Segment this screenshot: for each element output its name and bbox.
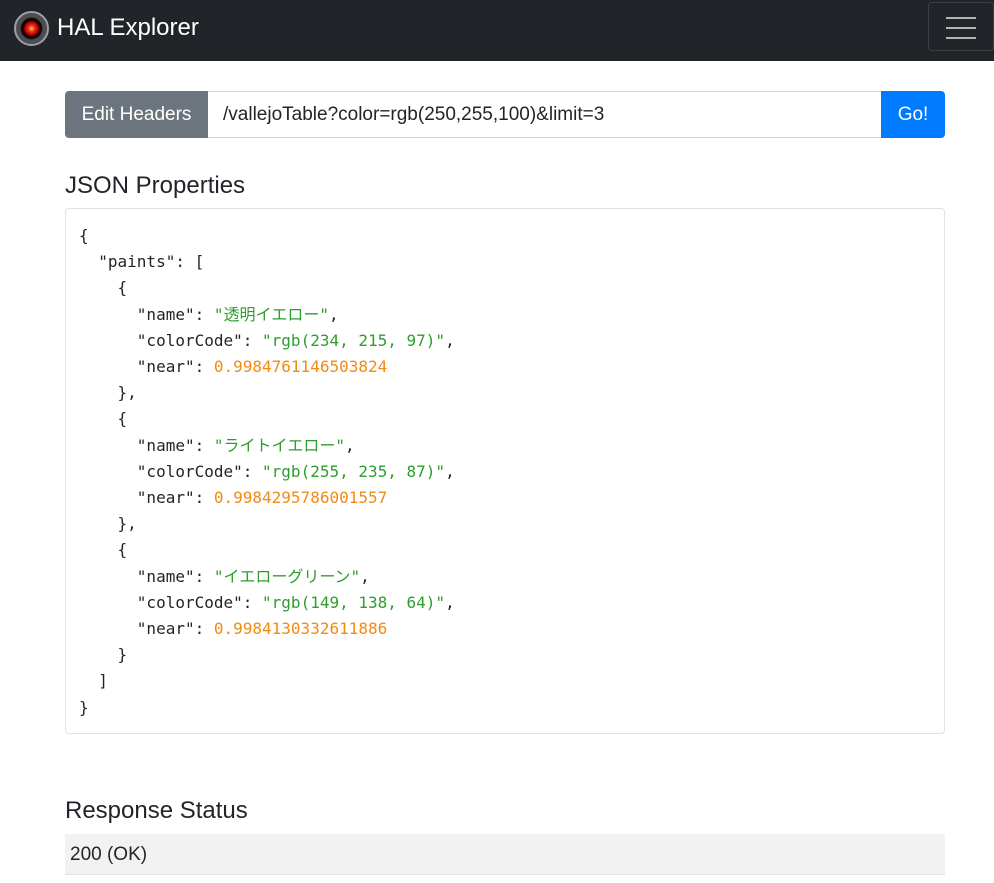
json-string-value: "rgb(234, 215, 97)": [262, 330, 446, 350]
edit-headers-button[interactable]: Edit Headers: [65, 91, 208, 138]
response-status-value: 200 (OK): [65, 834, 945, 875]
json-key: "name": [136, 566, 195, 586]
json-key: "colorCode": [136, 592, 243, 612]
go-button[interactable]: Go!: [881, 91, 945, 138]
json-key: "paints": [98, 252, 176, 272]
json-key: "name": [136, 304, 195, 324]
navbar-brand[interactable]: HAL Explorer: [14, 10, 199, 46]
json-number-value: 0.9984130332611886: [213, 619, 388, 639]
json-number-value: 0.9984761146503824: [213, 357, 388, 377]
json-key: "near": [136, 357, 195, 377]
json-string-value: "rgb(255, 235, 87)": [262, 461, 446, 481]
hamburger-menu-icon[interactable]: [928, 2, 994, 51]
brand-title: HAL Explorer: [57, 14, 199, 41]
json-key: "near": [136, 619, 195, 639]
json-key: "name": [136, 435, 195, 455]
response-status-heading: Response Status: [65, 797, 248, 824]
uri-input[interactable]: [208, 91, 881, 138]
hal-eye-icon: [14, 10, 49, 46]
navbar: HAL Explorer: [0, 0, 994, 61]
json-key: "near": [136, 488, 195, 508]
json-properties-heading: JSON Properties: [65, 172, 246, 199]
json-string-value: "ライトイエロー": [213, 435, 345, 455]
json-string-value: "rgb(149, 138, 64)": [262, 592, 446, 612]
json-content: { "paints": [ { "name": "透明イエロー", "color…: [79, 226, 455, 717]
request-bar: Edit Headers Go!: [65, 91, 945, 138]
json-string-value: "透明イエロー": [213, 304, 329, 324]
json-properties-panel: { "paints": [ { "name": "透明イエロー", "color…: [65, 208, 945, 734]
json-number-value: 0.9984295786001557: [213, 488, 388, 508]
json-string-value: "イエローグリーン": [213, 566, 361, 586]
json-key: "colorCode": [136, 461, 243, 481]
json-key: "colorCode": [136, 330, 243, 350]
